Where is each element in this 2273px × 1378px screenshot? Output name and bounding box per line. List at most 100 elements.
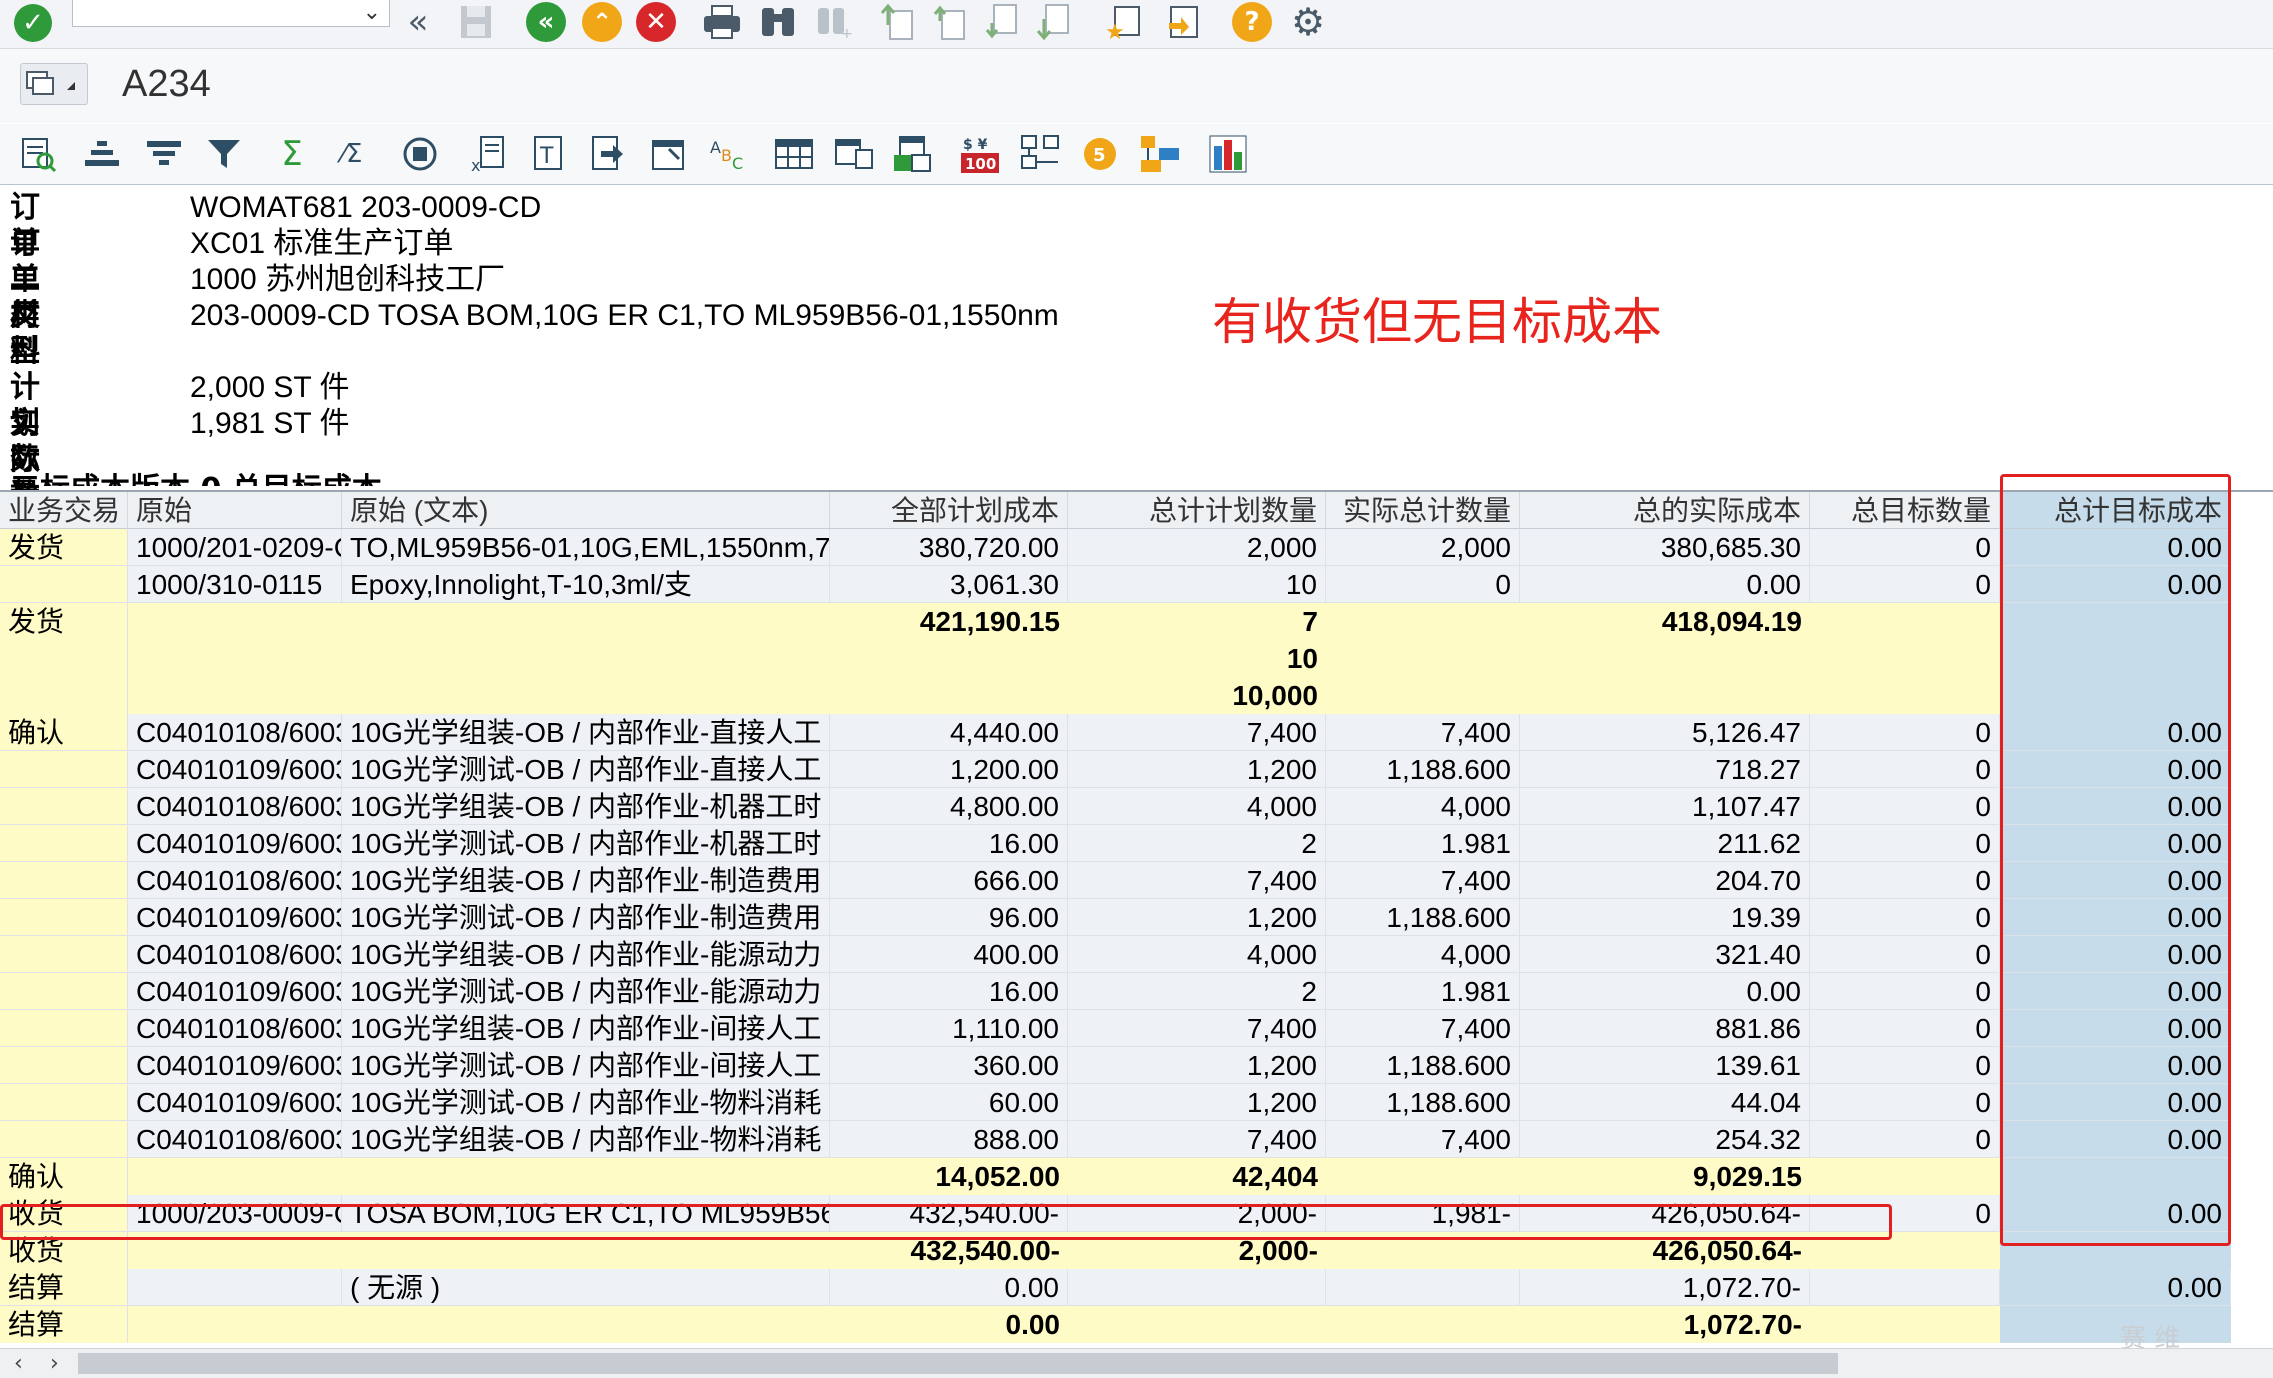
abc-analysis-icon[interactable]: ABC xyxy=(706,132,750,176)
col-origin-cell[interactable]: C04010108/6003 xyxy=(128,714,342,751)
col-actual-total-qty-cell: 7,400 xyxy=(1326,1010,1520,1047)
col-origin-text-cell[interactable]: 10G光学测试-OB / 内部作业-机器工时 xyxy=(342,825,830,862)
col-origin-text-cell[interactable]: 10G光学测试-OB / 内部作业-物料消耗 xyxy=(342,1084,830,1121)
structure-icon[interactable] xyxy=(1018,132,1062,176)
col-total-plan-qty-header[interactable]: 总计计划数量 xyxy=(1068,492,1326,529)
change-layout-icon[interactable] xyxy=(832,132,876,176)
col-total-plan-cost-header[interactable]: 全部计划成本 xyxy=(830,492,1068,529)
col-origin-text-cell[interactable]: 10G光学测试-OB / 内部作业-间接人工 xyxy=(342,1047,830,1084)
col-total-actual-cost-cell: 5,126.47 xyxy=(1520,714,1810,751)
excel-export-icon[interactable]: x xyxy=(466,132,510,176)
col-origin-text-cell[interactable]: Epoxy,Innolight,T-10,3ml/支 xyxy=(342,566,830,603)
subtotal-icon[interactable]: ⁄Σ xyxy=(330,132,374,176)
col-origin-cell[interactable]: C04010109/6003 xyxy=(128,899,342,936)
col-origin-text-header[interactable]: 原始 (文本) xyxy=(342,492,830,529)
customize-layout-icon[interactable]: ⚙ xyxy=(1286,0,1330,44)
col-origin-text-cell[interactable]: 10G光学组装-OB / 内部作业-间接人工 xyxy=(342,1010,830,1047)
print-icon[interactable] xyxy=(700,2,744,42)
print-preview-icon[interactable] xyxy=(398,132,442,176)
order-header: 订单 WOMAT681 203-0009-CD 订单类型 XC01 标准生产订单… xyxy=(0,186,2273,549)
previous-page-icon[interactable] xyxy=(928,2,972,42)
col-origin-cell[interactable]: C04010108/6003 xyxy=(128,936,342,973)
total-icon[interactable]: Σ xyxy=(270,132,314,176)
col-origin-cell[interactable]: 1000/201-0209-C xyxy=(128,529,342,566)
col-business-transaction-header[interactable]: 业务交易 xyxy=(0,492,128,529)
col-origin-cell[interactable]: C04010108/6003 xyxy=(128,1121,342,1158)
col-origin-cell[interactable]: C04010109/6003 xyxy=(128,1084,342,1121)
help-icon[interactable]: ? xyxy=(1232,2,1272,42)
hierarchy-icon[interactable] xyxy=(1138,132,1182,176)
first-page-icon[interactable] xyxy=(876,2,920,42)
col-origin-text-cell[interactable]: 10G光学测试-OB / 内部作业-直接人工 xyxy=(342,751,830,788)
command-field[interactable]: ⌄ xyxy=(72,0,390,27)
col-origin-cell xyxy=(128,640,342,677)
back-icon[interactable]: « xyxy=(526,2,566,42)
col-business-transaction-cell[interactable]: 结算 xyxy=(0,1269,128,1306)
col-origin-text-cell[interactable]: 10G光学组装-OB / 内部作业-物料消耗 xyxy=(342,1121,830,1158)
col-total-target-qty-cell: 0 xyxy=(1810,788,2000,825)
col-origin-text-cell[interactable]: 10G光学组装-OB / 内部作业-制造费用 xyxy=(342,862,830,899)
col-total-target-qty-header[interactable]: 总目标数量 xyxy=(1810,492,2000,529)
col-actual-total-qty-header[interactable]: 实际总计数量 xyxy=(1326,492,1520,529)
shortcut-icon[interactable] xyxy=(1160,2,1204,42)
layout-icon[interactable] xyxy=(772,132,816,176)
col-business-transaction-cell[interactable]: 发货 xyxy=(0,529,128,566)
create-session-icon[interactable]: ★ xyxy=(1102,2,1146,42)
col-business-transaction-cell xyxy=(0,566,128,603)
col-origin-text-cell[interactable]: 10G光学测试-OB / 内部作业-制造费用 xyxy=(342,899,830,936)
col-total-actual-cost-cell: 0.00 xyxy=(1520,973,1810,1010)
col-origin-cell[interactable]: 1000/310-0115 xyxy=(128,566,342,603)
col-origin-cell[interactable]: C04010109/6003 xyxy=(128,751,342,788)
find-icon[interactable] xyxy=(756,2,800,42)
graphic-icon[interactable] xyxy=(1206,132,1250,176)
col-business-transaction-cell[interactable]: 确认 xyxy=(0,714,128,751)
col-origin-text-cell[interactable]: 10G光学组装-OB / 内部作业-直接人工 xyxy=(342,714,830,751)
col-origin-text-cell[interactable]: 10G光学组装-OB / 内部作业-机器工时 xyxy=(342,788,830,825)
details-icon[interactable] xyxy=(16,132,60,176)
col-business-transaction-cell xyxy=(0,751,128,788)
col-total-plan-qty-cell: 1,200 xyxy=(1068,899,1326,936)
chevron-down-icon[interactable]: ⌄ xyxy=(363,0,381,25)
col-origin-cell[interactable]: C04010109/6003 xyxy=(128,1047,342,1084)
sort-ascending-icon[interactable] xyxy=(80,132,124,176)
save-icon[interactable] xyxy=(456,2,496,42)
col-actual-total-qty-cell: 4,000 xyxy=(1326,788,1520,825)
scroll-left-icon[interactable]: ‹ xyxy=(14,1349,23,1378)
menu-button[interactable] xyxy=(20,63,88,105)
highlight-target-cost-column xyxy=(2000,474,2231,1246)
currency-icon[interactable]: $ ¥ 100 xyxy=(958,132,1002,176)
last-page-icon[interactable] xyxy=(1032,2,1076,42)
sort-descending-icon[interactable] xyxy=(142,132,186,176)
col-total-plan-cost-cell xyxy=(830,640,1068,677)
next-page-icon[interactable] xyxy=(980,2,1024,42)
col-origin-text-cell[interactable]: TO,ML959B56-01,10G,EML,1550nm,7PIN xyxy=(342,529,830,566)
col-origin-text-cell[interactable]: ( 无源 ) xyxy=(342,1269,830,1306)
local-file-icon[interactable] xyxy=(586,132,630,176)
scroll-right-icon[interactable]: › xyxy=(50,1349,59,1378)
word-processing-icon[interactable]: T xyxy=(526,132,570,176)
col-origin-text-cell[interactable]: 10G光学测试-OB / 内部作业-能源动力 xyxy=(342,973,830,1010)
col-total-actual-cost-header[interactable]: 总的实际成本 xyxy=(1520,492,1810,529)
scroll-thumb[interactable] xyxy=(78,1353,1838,1374)
col-actual-total-qty-cell: 7,400 xyxy=(1326,714,1520,751)
col-total-plan-cost-cell: 421,190.15 xyxy=(830,603,1068,640)
col-origin-cell[interactable]: C04010108/6003 xyxy=(128,1010,342,1047)
horizontal-scrollbar[interactable]: ‹ › xyxy=(0,1348,2273,1378)
col-origin-cell[interactable]: C04010108/6003 xyxy=(128,788,342,825)
cancel-icon[interactable]: ✕ xyxy=(636,2,676,42)
cost-element-icon[interactable]: 5 xyxy=(1078,132,1122,176)
col-origin-text-cell[interactable]: 10G光学组装-OB / 内部作业-能源动力 xyxy=(342,936,830,973)
col-origin-cell[interactable]: C04010109/6003 xyxy=(128,973,342,1010)
filter-icon[interactable] xyxy=(202,132,246,176)
col-origin-header[interactable]: 原始 xyxy=(128,492,342,529)
save-layout-icon[interactable] xyxy=(890,132,934,176)
enter-icon[interactable]: ✓ xyxy=(14,4,52,42)
choose-layout-icon[interactable] xyxy=(646,132,690,176)
back-double-icon[interactable]: « xyxy=(398,2,438,42)
col-origin-cell[interactable]: C04010108/6003 xyxy=(128,862,342,899)
col-total-plan-cost-cell: 4,800.00 xyxy=(830,788,1068,825)
col-total-plan-qty-cell: 7,400 xyxy=(1068,1121,1326,1158)
exit-icon[interactable]: ⌃ xyxy=(582,2,622,42)
find-next-icon[interactable]: + xyxy=(812,2,856,42)
col-origin-cell[interactable]: C04010109/6003 xyxy=(128,825,342,862)
